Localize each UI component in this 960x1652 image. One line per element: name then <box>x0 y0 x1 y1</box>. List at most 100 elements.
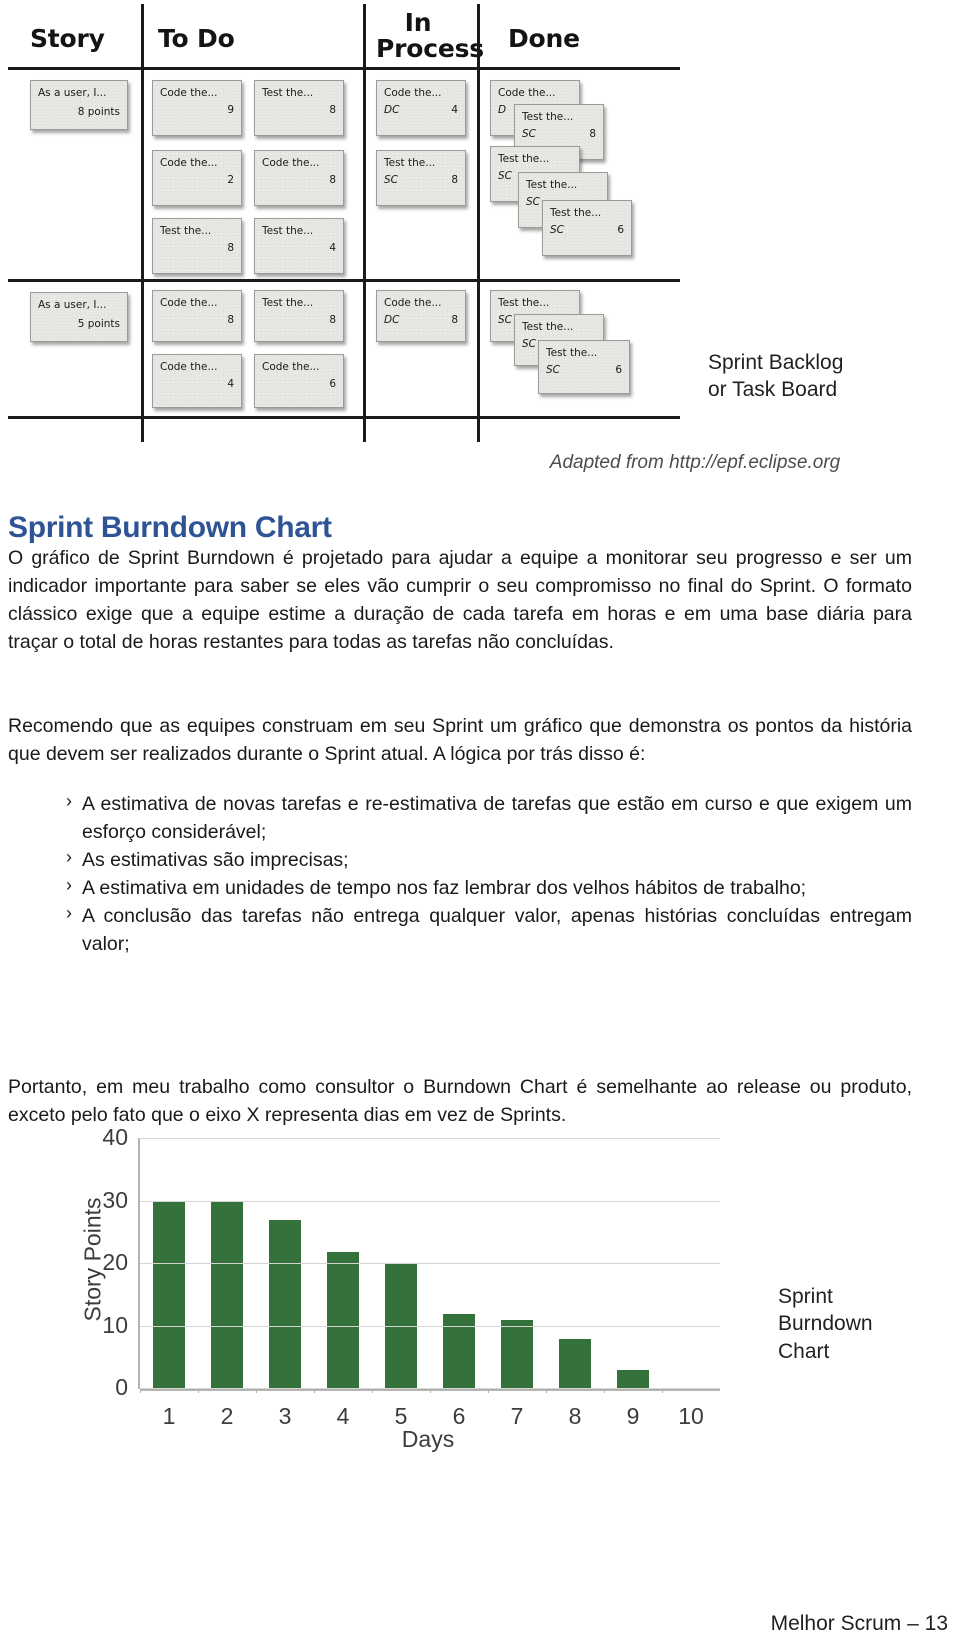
task-card-title: Test the... <box>498 153 550 165</box>
task-card-title: Code the... <box>160 297 218 309</box>
task-card-title: Test the... <box>262 297 314 309</box>
task-card-hours: 6 <box>617 224 624 237</box>
chart-bar <box>326 1251 360 1389</box>
rationale-list: A estimativa de novas tarefas e re-estim… <box>66 789 912 958</box>
taskboard-column-header-todo: To Do <box>158 24 235 53</box>
burndown-chart: Story Points 1 2 3 4 5 6 7 8 9 10 0 10 20 30 40 Days <box>30 1124 730 1498</box>
task-card-hours: 8 <box>329 174 336 187</box>
task-card-owner: DC <box>384 314 400 327</box>
page-title: Sprint Burndown Chart <box>8 510 332 544</box>
taskboard-header-rule <box>8 67 680 70</box>
task-card-title: Code the... <box>160 157 218 169</box>
task-board-caption: Sprint Backlog or Task Board <box>708 350 948 404</box>
chart-bar-slot: 4 <box>314 1139 372 1429</box>
chart-bar-slot: 7 <box>488 1139 546 1429</box>
task-card: Test the... SC 8 <box>376 150 466 206</box>
chart-y-tick: 0 <box>115 1373 128 1400</box>
task-card: Code the... DC 8 <box>376 290 466 342</box>
page-footer: Melhor Scrum – 13 <box>770 1612 948 1635</box>
task-card-owner: SC <box>498 170 512 183</box>
chart-y-tick: 20 <box>102 1248 128 1275</box>
task-card: Test the... SC 6 <box>538 340 630 394</box>
task-card-title: Code the... <box>160 87 218 99</box>
chart-bar-slot: 3 <box>256 1139 314 1429</box>
task-card: Code the... 2 <box>152 150 242 206</box>
taskboard-bottom-rule <box>8 416 680 419</box>
task-card-owner: SC <box>526 196 540 209</box>
chart-y-tick: 30 <box>102 1186 128 1213</box>
chart-bar <box>500 1320 534 1389</box>
task-card-hours: 4 <box>329 242 336 255</box>
chart-y-tick: 10 <box>102 1311 128 1338</box>
task-board-caption-line1: Sprint Backlog <box>708 351 844 374</box>
chart-caption-line1: Sprint <box>778 1285 833 1308</box>
taskboard-column-header-in-process: In Process <box>376 8 484 62</box>
chart-gridline: 30 <box>102 1186 720 1212</box>
chart-bar <box>558 1339 592 1389</box>
task-card-title: Test the... <box>522 321 574 333</box>
chart-gridline: 10 <box>102 1311 720 1337</box>
paragraph-recommendation: Recomendo que as equipes construam em se… <box>8 714 912 765</box>
task-card-hours: 6 <box>329 378 336 391</box>
chart-x-axis-line <box>140 1389 720 1391</box>
chart-plot-area: 1 2 3 4 5 6 7 8 9 10 0 10 20 30 40 <box>102 1124 720 1429</box>
task-card: Test the... SC 6 <box>542 200 632 256</box>
paragraph-intro: O gráfico de Sprint Burndown é projetado… <box>8 546 912 653</box>
chart-bar-slot: 10 <box>662 1139 720 1429</box>
chart-bar <box>268 1220 302 1389</box>
task-card-title: Code the... <box>384 297 442 309</box>
chart-x-axis-label: Days <box>401 1426 455 1452</box>
taskboard-column-divider-3 <box>477 4 480 442</box>
task-card: Code the... 9 <box>152 80 242 136</box>
task-board-source-note: Adapted from http://epf.eclipse.org <box>549 452 841 473</box>
task-card-title: Test the... <box>262 87 314 99</box>
taskboard-column-header-done: Done <box>508 24 580 53</box>
chart-gridline: 40 <box>102 1124 720 1150</box>
task-card: Code the... 4 <box>152 354 242 408</box>
task-card-title: Test the... <box>550 207 602 219</box>
task-card-hours: 6 <box>615 364 622 377</box>
chart-bar-slot: 5 <box>372 1139 430 1429</box>
task-card-title: Code the... <box>384 87 442 99</box>
task-card-title: Test the... <box>546 347 598 359</box>
task-card-owner: DC <box>384 104 400 117</box>
in-process-line1: In <box>404 8 432 37</box>
paragraph-conclusion: Portanto, em meu trabalho como consultor… <box>8 1075 912 1126</box>
task-card-owner: SC <box>550 224 564 237</box>
list-item: As estimativas são imprecisas; <box>66 845 912 874</box>
task-card-title: Code the... <box>160 361 218 373</box>
chart-caption-line3: Chart <box>778 1339 830 1363</box>
task-card: Code the... 8 <box>152 290 242 342</box>
task-card-hours: 8 <box>329 314 336 327</box>
list-item: A estimativa em unidades de tempo nos fa… <box>66 873 912 902</box>
task-card-title: Test the... <box>522 111 574 123</box>
task-card-hours: 8 <box>227 242 234 255</box>
task-card: Code the... DC 4 <box>376 80 466 136</box>
task-card: Code the... 8 <box>254 150 344 206</box>
task-card-title: Code the... <box>498 87 556 99</box>
task-card-hours: 8 <box>227 314 234 327</box>
in-process-line2: Process <box>376 34 484 63</box>
story-card-points: 8 points <box>77 106 120 119</box>
chart-gridline: 20 <box>102 1249 720 1275</box>
task-card-hours: 8 <box>451 314 458 327</box>
task-card-title: Code the... <box>262 361 320 373</box>
task-card-title: Test the... <box>526 179 578 191</box>
chart-gridline: 0 <box>115 1374 720 1400</box>
task-card: Test the... 8 <box>254 290 344 342</box>
story-card: As a user, I... 5 points <box>30 292 128 342</box>
story-card: As a user, I... 8 points <box>30 80 128 130</box>
list-item: A conclusão das tarefas não entrega qual… <box>66 901 912 958</box>
task-card-hours: 4 <box>227 378 234 391</box>
task-card-title: Test the... <box>262 225 314 237</box>
story-card-points: 5 points <box>77 318 120 331</box>
task-card-hours: 4 <box>451 104 458 117</box>
task-card-owner: SC <box>546 364 560 377</box>
chart-y-tick: 40 <box>102 1123 128 1150</box>
taskboard-row-divider <box>8 279 680 282</box>
task-card-hours: 8 <box>451 174 458 187</box>
task-card-hours: 8 <box>589 128 596 141</box>
task-card-owner: SC <box>384 174 398 187</box>
chart-bar-slot: 8 <box>546 1139 604 1429</box>
task-board-figure: Story To Do In Process Done As a user, I… <box>8 4 680 442</box>
